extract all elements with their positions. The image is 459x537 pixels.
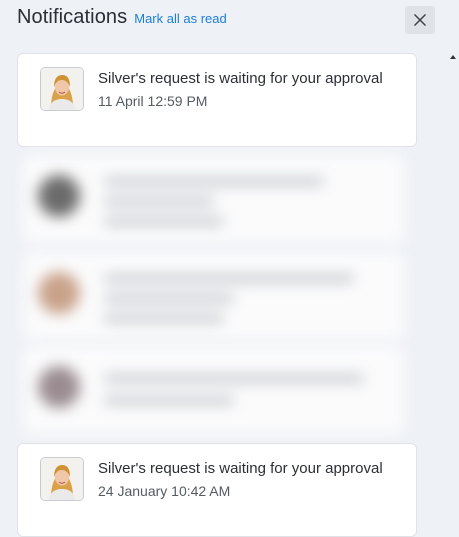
avatar [40, 67, 84, 111]
notification-message: Silver's request is waiting for your app… [98, 70, 383, 87]
avatar-photo [41, 458, 83, 500]
blurred-notification [24, 346, 404, 434]
notification-time: 11 April 12:59 PM [98, 93, 208, 109]
blurred-notification [24, 252, 404, 340]
notification-time: 24 January 10:42 AM [98, 483, 231, 499]
avatar [40, 457, 84, 501]
avatar-photo [41, 68, 83, 110]
notification-message: Silver's request is waiting for your app… [98, 460, 383, 477]
close-button[interactable] [405, 6, 435, 34]
mark-all-as-read-link[interactable]: Mark all as read [134, 11, 226, 26]
notification-text: Silver's request is waiting for your app… [98, 458, 398, 502]
notification-card[interactable]: Silver's request is waiting for your app… [17, 53, 417, 147]
notification-text: Silver's request is waiting for your app… [98, 68, 398, 112]
close-icon [414, 14, 426, 26]
blurred-notification [24, 155, 404, 243]
scroll-up-arrow[interactable] [450, 55, 456, 59]
panel-header: Notifications Mark all as read [17, 6, 227, 34]
notification-card[interactable]: Silver's request is waiting for your app… [17, 443, 417, 537]
notifications-panel: Notifications Mark all as read Silver's … [0, 0, 440, 537]
panel-title: Notifications [17, 6, 128, 28]
